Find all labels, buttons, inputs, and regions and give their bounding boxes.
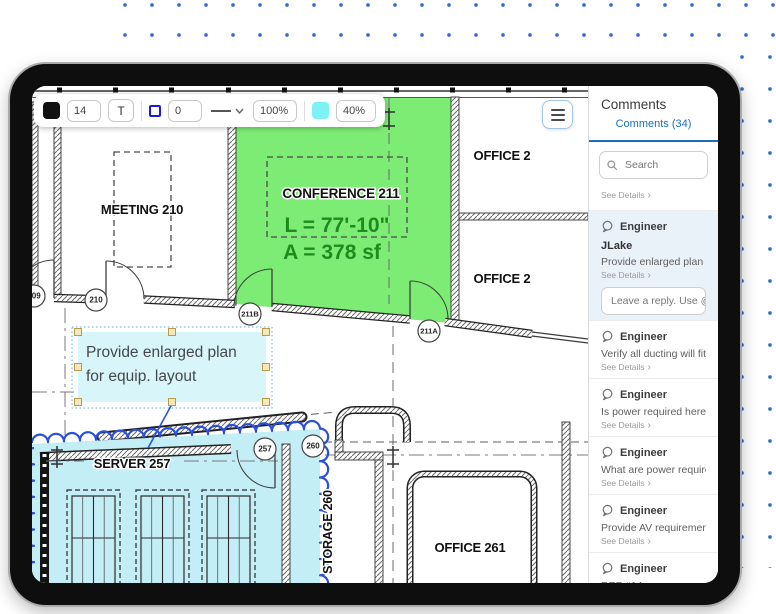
toolbar-divider bbox=[304, 101, 305, 121]
decor-dots-top bbox=[112, 0, 776, 48]
svg-text:210: 210 bbox=[89, 296, 103, 305]
toolbar-divider bbox=[141, 101, 142, 121]
line-style-select[interactable] bbox=[209, 108, 246, 114]
comment-role: Engineer bbox=[620, 331, 667, 343]
search-input[interactable] bbox=[623, 158, 700, 172]
menu-button[interactable] bbox=[542, 100, 573, 129]
annotation-text-line1: Provide enlarged plan bbox=[86, 344, 237, 361]
floor-plan[interactable]: MEETING 210 CONFERENCE 211 L = 77'-10" A… bbox=[32, 86, 588, 583]
text-color-swatch[interactable] bbox=[43, 102, 60, 119]
decor-dots-right bbox=[736, 48, 776, 568]
annotation-toolbar: T bbox=[34, 94, 385, 127]
comment-item[interactable]: Engineer Provide AV requirements for See… bbox=[589, 495, 718, 553]
opacity-input[interactable] bbox=[253, 100, 297, 122]
conference-length: L = 77'-10" bbox=[284, 214, 389, 237]
fill-color-swatch[interactable] bbox=[312, 102, 329, 119]
text-tool-button[interactable]: T bbox=[108, 99, 134, 122]
comment-bubble-icon bbox=[601, 330, 614, 343]
chevron-right-icon: › bbox=[647, 536, 650, 547]
font-size-input[interactable] bbox=[67, 100, 101, 122]
stroke-color-swatch[interactable] bbox=[149, 105, 161, 117]
comment-text: Verify all ducting will fit in thi bbox=[601, 348, 706, 360]
svg-text:257: 257 bbox=[258, 445, 272, 454]
comment-item[interactable]: Engineer JLake Provide enlarged plan for… bbox=[589, 211, 718, 321]
comment-bubble-icon bbox=[601, 220, 614, 233]
reply-box[interactable] bbox=[601, 287, 706, 315]
annotation-body[interactable] bbox=[78, 332, 266, 402]
comment-bubble-icon bbox=[601, 562, 614, 575]
room-label-conference: CONFERENCE 211 bbox=[282, 186, 400, 201]
stroke-width-input[interactable] bbox=[168, 100, 202, 122]
comment-role: Engineer bbox=[620, 447, 667, 459]
see-details-link[interactable]: See Details› bbox=[601, 420, 706, 431]
comment-role: Engineer bbox=[620, 563, 667, 575]
room-label-office-261: OFFICE 261 bbox=[435, 540, 506, 555]
reply-input[interactable] bbox=[609, 294, 706, 308]
comment-text: Provide AV requirements for bbox=[601, 522, 706, 534]
comment-text: Provide enlarged plan for equ bbox=[601, 256, 706, 268]
room-label-office-mid: OFFICE 2 bbox=[474, 271, 531, 286]
svg-text:260: 260 bbox=[306, 442, 320, 451]
comment-bubble-icon bbox=[601, 388, 614, 401]
see-details-link[interactable]: See Details› bbox=[601, 270, 706, 281]
hamburger-icon bbox=[551, 109, 565, 111]
see-details-link[interactable]: See Details› bbox=[589, 188, 718, 211]
comment-item[interactable]: Engineer What are power requirement See … bbox=[589, 437, 718, 495]
see-details-link[interactable]: See Details› bbox=[601, 362, 706, 373]
conference-area: A = 378 sf bbox=[283, 241, 382, 264]
app-screen: MEETING 210 CONFERENCE 211 L = 77'-10" A… bbox=[32, 86, 718, 583]
comment-text: Is power required here? bbox=[601, 406, 706, 418]
chevron-right-icon: › bbox=[647, 270, 650, 281]
comment-item[interactable]: Engineer Is power required here? See Det… bbox=[589, 379, 718, 437]
chevron-right-icon: › bbox=[647, 362, 650, 373]
comment-item[interactable]: Engineer REF #14 bbox=[589, 553, 718, 583]
room-label-storage: STORAGE 260 bbox=[321, 490, 335, 574]
comment-role: Engineer bbox=[620, 221, 667, 233]
comment-author: JLake bbox=[601, 240, 706, 252]
svg-text:211A: 211A bbox=[420, 327, 438, 336]
chevron-down-icon bbox=[235, 108, 244, 114]
comment-item[interactable]: Engineer Verify all ducting will fit in … bbox=[589, 321, 718, 379]
comment-text: What are power requirement bbox=[601, 464, 706, 476]
comment-bubble-icon bbox=[601, 504, 614, 517]
page: MEETING 210 CONFERENCE 211 L = 77'-10" A… bbox=[0, 0, 776, 614]
chevron-right-icon: › bbox=[647, 420, 650, 431]
conference-highlight[interactable] bbox=[235, 97, 451, 323]
comment-role: Engineer bbox=[620, 505, 667, 517]
svg-text:209: 209 bbox=[32, 292, 41, 301]
chevron-right-icon: › bbox=[647, 478, 650, 489]
tablet-frame: MEETING 210 CONFERENCE 211 L = 77'-10" A… bbox=[8, 62, 742, 607]
room-label-meeting: MEETING 210 bbox=[101, 202, 183, 217]
see-details-link[interactable]: See Details› bbox=[601, 536, 706, 547]
search-icon bbox=[607, 160, 618, 171]
see-details-link[interactable]: See Details› bbox=[601, 478, 706, 489]
comment-text: REF #14 bbox=[601, 580, 706, 583]
search-box[interactable] bbox=[599, 151, 708, 179]
line-style-icon bbox=[211, 110, 231, 112]
comment-role: Engineer bbox=[620, 389, 667, 401]
chevron-right-icon: › bbox=[647, 190, 650, 201]
room-label-server: SERVER 257 bbox=[94, 456, 171, 471]
tab-comments[interactable]: Comments (34) bbox=[589, 118, 718, 142]
annotation-text-line2: for equip. layout bbox=[86, 368, 197, 385]
comment-bubble-icon bbox=[601, 446, 614, 459]
svg-text:211B: 211B bbox=[241, 310, 259, 319]
comments-panel: Comments Comments (34) See Details› bbox=[588, 86, 718, 583]
panel-title: Comments bbox=[589, 86, 718, 118]
fill-opacity-input[interactable] bbox=[336, 100, 376, 122]
room-label-office-top: OFFICE 2 bbox=[474, 148, 531, 163]
